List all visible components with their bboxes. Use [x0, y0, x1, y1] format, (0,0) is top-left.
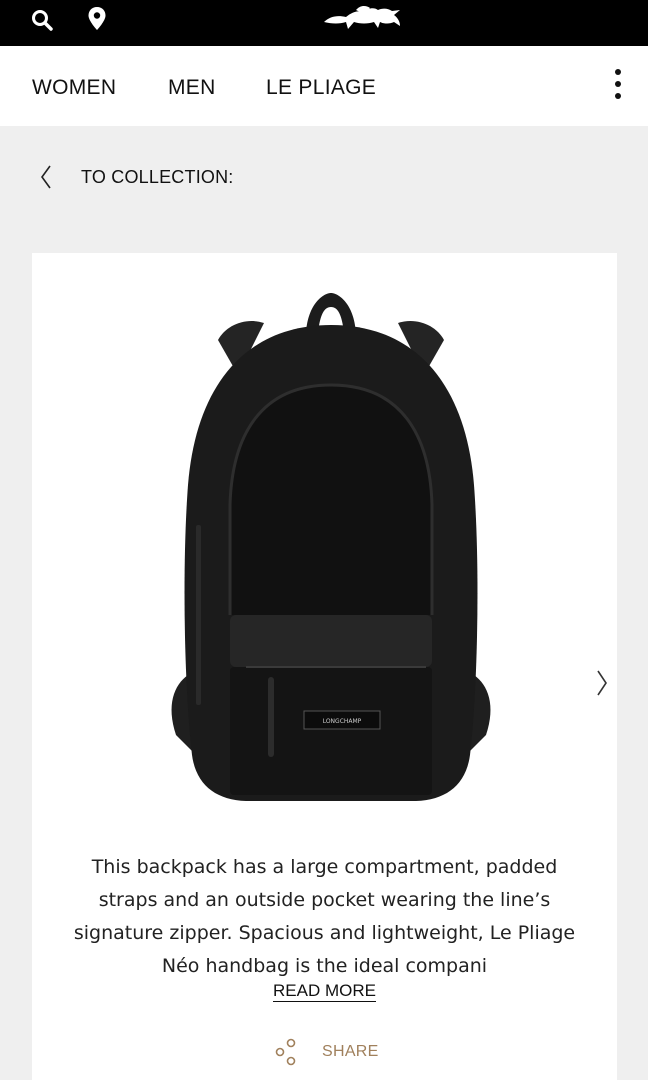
location-pin-icon[interactable] [86, 5, 108, 33]
product-description: This backpack has a large compartment, p… [73, 856, 576, 977]
share-button[interactable]: SHARE [322, 1043, 379, 1061]
nav-item-women[interactable]: WOMEN [32, 76, 116, 100]
share-icon[interactable] [274, 1037, 300, 1067]
nav-item-men[interactable]: MEN [168, 76, 216, 100]
nav-item-le-pliage[interactable]: LE PLIAGE [266, 76, 376, 100]
brand-label: LONGCHAMP [323, 718, 362, 725]
search-icon[interactable] [30, 8, 56, 34]
chevron-left-icon[interactable] [38, 162, 62, 192]
chevron-right-icon[interactable] [592, 667, 612, 699]
product-card: LONGCHAMP This backpack has a large comp… [32, 253, 617, 1080]
top-bar [0, 0, 648, 46]
product-image: LONGCHAMP [171, 293, 491, 801]
read-more-row: READ MORE [32, 981, 617, 1002]
more-vertical-icon[interactable] [606, 66, 630, 106]
to-collection-link[interactable]: TO COLLECTION: [81, 167, 234, 188]
read-more-link[interactable]: READ MORE [273, 981, 376, 1002]
brand-horse-logo[interactable] [320, 2, 406, 36]
main-nav: WOMEN MEN LE PLIAGE [0, 46, 648, 126]
